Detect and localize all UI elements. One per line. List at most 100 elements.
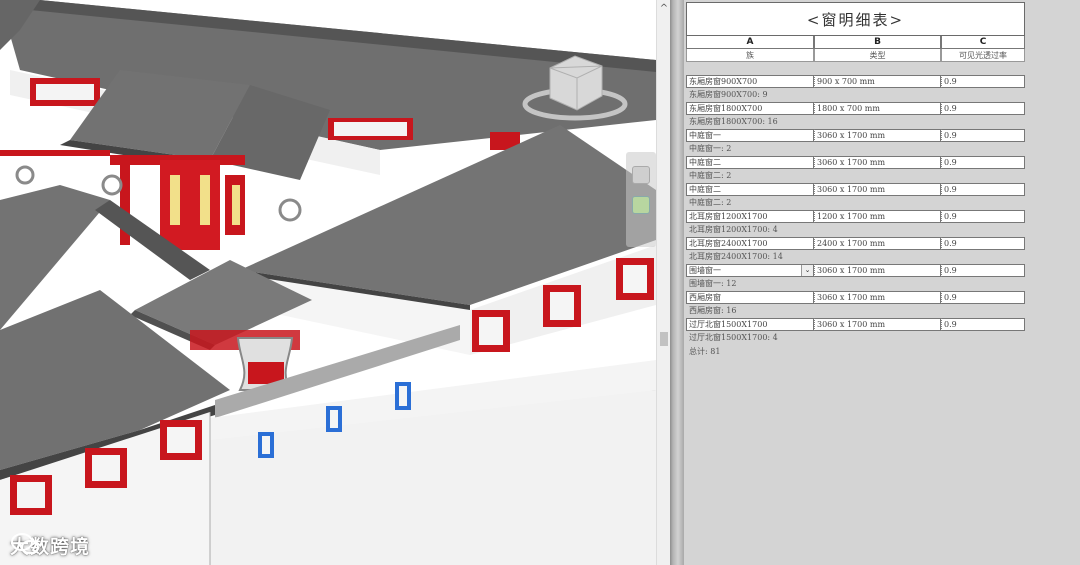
cell-family[interactable]: 东厢房窗900X700 — [686, 75, 814, 88]
cell-family[interactable]: 中庭窗二 — [686, 183, 814, 196]
cell-transmittance-text: 0.9 — [944, 212, 957, 221]
cell-transmittance[interactable]: 0.9 — [941, 264, 1025, 277]
pane-divider[interactable] — [670, 0, 684, 565]
schedule-total: 总计: 81 — [689, 347, 721, 356]
header-gap — [686, 62, 1025, 75]
cell-type[interactable]: 3060 x 1700 mm — [814, 129, 941, 142]
cell-transmittance[interactable]: 0.9 — [941, 183, 1025, 196]
cell-transmittance[interactable]: 0.9 — [941, 156, 1025, 169]
chevron-down-icon[interactable]: ⌄ — [801, 265, 813, 276]
navigation-bar[interactable] — [626, 152, 656, 247]
cell-transmittance-text: 0.9 — [944, 266, 957, 275]
cell-type-text: 3060 x 1700 mm — [817, 293, 886, 302]
scrollbar-thumb[interactable] — [660, 332, 668, 346]
cell-type-text: 1200 x 1700 mm — [817, 212, 886, 221]
column-header-a[interactable]: A — [686, 36, 814, 49]
cell-family-text: 中庭窗二 — [689, 185, 721, 194]
cell-type[interactable]: 3060 x 1700 mm — [814, 156, 941, 169]
column-name-family[interactable]: 族 — [686, 49, 814, 62]
cell-family-text: 过厅北窗1500X1700 — [689, 320, 768, 329]
column-letter-row: A B C — [686, 36, 1025, 49]
column-name-type[interactable]: 类型 — [814, 49, 941, 62]
schedule-row[interactable]: 东厢房窗900X700 900 x 700 mm 0.9 — [686, 75, 1025, 88]
cell-family-text: 围墙窗一 — [689, 266, 721, 275]
cell-transmittance-text: 0.9 — [944, 104, 957, 113]
schedule-title: <窗明细表> — [686, 2, 1025, 36]
cell-transmittance-text: 0.9 — [944, 239, 957, 248]
cell-transmittance[interactable]: 0.9 — [941, 75, 1025, 88]
window-schedule-table: <窗明细表> A B C 族 类型 可见光透过率 东厢房窗900X700 900 … — [686, 2, 1025, 359]
cell-transmittance[interactable]: 0.9 — [941, 291, 1025, 304]
schedule-row[interactable]: 西厢房窗 3060 x 1700 mm 0.9 — [686, 291, 1025, 304]
cell-type-text: 3060 x 1700 mm — [817, 185, 886, 194]
schedule-body: 东厢房窗900X700 900 x 700 mm 0.9 东厢房窗900X700: 9… — [686, 75, 1025, 345]
scroll-up-icon[interactable]: ^ — [657, 2, 671, 16]
cell-type[interactable]: 2400 x 1700 mm — [814, 237, 941, 250]
column-header-c[interactable]: C — [941, 36, 1025, 49]
cell-family-text: 北耳房窗1200X1700 — [689, 212, 768, 221]
cell-type[interactable]: 3060 x 1700 mm — [814, 291, 941, 304]
cell-transmittance[interactable]: 0.9 — [941, 210, 1025, 223]
zoom-icon[interactable] — [632, 196, 650, 214]
cell-type-text: 3060 x 1700 mm — [817, 266, 886, 275]
schedule-row[interactable]: 围墙窗一 ⌄ 3060 x 1700 mm 0.9 — [686, 264, 1025, 277]
cell-transmittance-text: 0.9 — [944, 131, 957, 140]
cell-family[interactable]: 过厅北窗1500X1700 — [686, 318, 814, 331]
group-count-row: 围墙窗一: 12 — [689, 279, 737, 288]
cell-type-text: 3060 x 1700 mm — [817, 320, 886, 329]
cell-family[interactable]: 北耳房窗1200X1700 — [686, 210, 814, 223]
cell-family-text: 西厢房窗 — [689, 293, 721, 302]
schedule-row[interactable]: 东厢房窗1800X700 1800 x 700 mm 0.9 — [686, 102, 1025, 115]
cell-transmittance-text: 0.9 — [944, 320, 957, 329]
cell-family[interactable]: 西厢房窗 — [686, 291, 814, 304]
steering-wheel-icon[interactable] — [632, 166, 650, 184]
cell-transmittance-text: 0.9 — [944, 185, 957, 194]
cell-type[interactable]: 3060 x 1700 mm — [814, 183, 941, 196]
view-cube-icon[interactable] — [520, 48, 630, 128]
column-name-row: 族 类型 可见光透过率 — [686, 49, 1025, 62]
cell-transmittance[interactable]: 0.9 — [941, 237, 1025, 250]
watermark: 大数跨境 — [10, 532, 90, 559]
cell-transmittance-text: 0.9 — [944, 293, 957, 302]
cell-type[interactable]: 900 x 700 mm — [814, 75, 941, 88]
cell-family-text: 东厢房窗900X700 — [689, 77, 758, 86]
cell-family[interactable]: 中庭窗一 — [686, 129, 814, 142]
cell-type-text: 3060 x 1700 mm — [817, 158, 886, 167]
cell-family[interactable]: 围墙窗一 ⌄ — [686, 264, 814, 277]
group-count-row: 北耳房窗2400X1700: 14 — [689, 252, 783, 261]
cell-type[interactable]: 3060 x 1700 mm — [814, 318, 941, 331]
cell-transmittance[interactable]: 0.9 — [941, 102, 1025, 115]
schedule-row[interactable]: 中庭窗一 3060 x 1700 mm 0.9 — [686, 129, 1025, 142]
cell-type-text: 3060 x 1700 mm — [817, 131, 886, 140]
cell-transmittance[interactable]: 0.9 — [941, 129, 1025, 142]
cell-type-text: 1800 x 700 mm — [817, 104, 880, 113]
group-count-row: 西厢房窗: 16 — [689, 306, 737, 315]
cell-family[interactable]: 北耳房窗2400X1700 — [686, 237, 814, 250]
cell-type-text: 900 x 700 mm — [817, 77, 875, 86]
cell-family-text: 北耳房窗2400X1700 — [689, 239, 768, 248]
cell-type[interactable]: 3060 x 1700 mm — [814, 264, 941, 277]
schedule-row[interactable]: 北耳房窗1200X1700 1200 x 1700 mm 0.9 — [686, 210, 1025, 223]
schedule-row[interactable]: 北耳房窗2400X1700 2400 x 1700 mm 0.9 — [686, 237, 1025, 250]
schedule-row[interactable]: 过厅北窗1500X1700 3060 x 1700 mm 0.9 — [686, 318, 1025, 331]
cell-type[interactable]: 1800 x 700 mm — [814, 102, 941, 115]
cell-family[interactable]: 中庭窗二 — [686, 156, 814, 169]
column-header-b[interactable]: B — [814, 36, 941, 49]
schedule-row[interactable]: 中庭窗二 3060 x 1700 mm 0.9 — [686, 183, 1025, 196]
cell-type[interactable]: 1200 x 1700 mm — [814, 210, 941, 223]
group-count-row: 中庭窗二: 2 — [689, 171, 732, 180]
schedule-row[interactable]: 中庭窗二 3060 x 1700 mm 0.9 — [686, 156, 1025, 169]
cell-family[interactable]: 东厢房窗1800X700 — [686, 102, 814, 115]
cell-transmittance[interactable]: 0.9 — [941, 318, 1025, 331]
cell-transmittance-text: 0.9 — [944, 158, 957, 167]
cell-family-text: 中庭窗一 — [689, 131, 721, 140]
viewport-scrollbar[interactable]: ^ — [656, 0, 670, 565]
group-count-row: 东厢房窗900X700: 9 — [689, 90, 768, 99]
schedule-view: <窗明细表> A B C 族 类型 可见光透过率 东厢房窗900X700 900 … — [684, 0, 1080, 565]
group-count-row: 过厅北窗1500X1700: 4 — [689, 333, 778, 342]
group-count-row: 中庭窗二: 2 — [689, 198, 732, 207]
column-name-transmittance[interactable]: 可见光透过率 — [941, 49, 1025, 62]
wechat-icon — [11, 533, 39, 554]
3d-model-viewport[interactable]: 大数跨境 — [0, 0, 656, 565]
group-count-row: 中庭窗一: 2 — [689, 144, 732, 153]
